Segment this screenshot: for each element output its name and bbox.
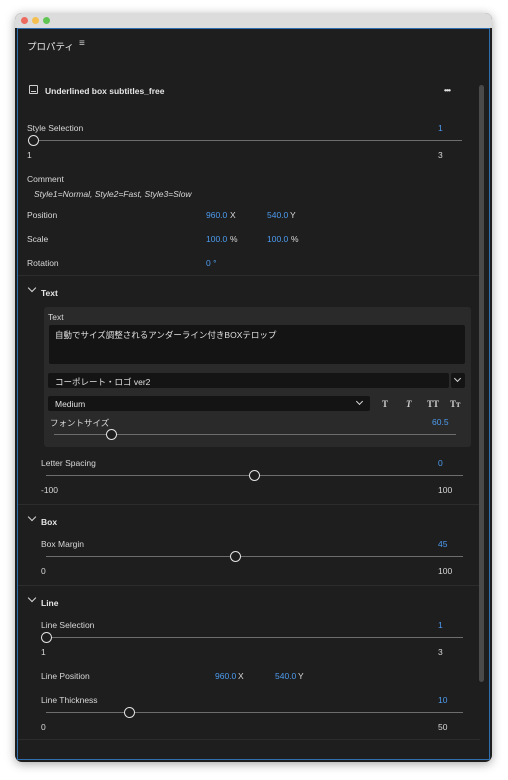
line-thickness-value[interactable]: 10: [438, 695, 447, 705]
box-margin-max: 100: [438, 566, 453, 576]
comment-label: Comment: [27, 174, 64, 184]
style-selection-slider-handle[interactable]: [28, 135, 39, 146]
style-selection-min: 1: [27, 150, 32, 160]
box-margin-min: 0: [41, 566, 46, 576]
font-family-dropdown-toggle[interactable]: [451, 373, 465, 388]
all-caps-button[interactable]: TT: [427, 399, 439, 409]
font-size-value[interactable]: 60.5: [432, 417, 449, 427]
more-options-icon[interactable]: •••: [444, 85, 451, 95]
panel-title: プロパティ: [27, 42, 74, 53]
line-section-title[interactable]: Line: [41, 598, 58, 608]
rotation-value[interactable]: 0 °: [206, 258, 217, 268]
box-margin-label: Box Margin: [41, 539, 84, 549]
divider: [18, 585, 480, 586]
rotation-label: Rotation: [27, 258, 59, 268]
font-family-dropdown[interactable]: コーポレート・ロゴ ver2: [48, 373, 449, 388]
line-selection-track[interactable]: [46, 637, 463, 638]
line-thickness-label: Line Thickness: [41, 695, 98, 705]
text-section-title[interactable]: Text: [41, 288, 58, 298]
style-selection-max: 3: [438, 150, 443, 160]
line-selection-max: 3: [438, 647, 443, 657]
minimize-window-button[interactable]: [32, 17, 39, 24]
line-thickness-max: 50: [438, 722, 448, 732]
font-weight-dropdown[interactable]: Medium: [48, 396, 370, 411]
letter-spacing-label: Letter Spacing: [41, 458, 96, 468]
scale-height-value[interactable]: 100.0: [267, 234, 288, 244]
line-thickness-min: 0: [41, 722, 46, 732]
text-content-field[interactable]: 自動でサイズ調整されるアンダーライン付きBOXテロップ: [49, 325, 465, 364]
divider: [18, 739, 480, 740]
faux-italic-button[interactable]: T: [406, 399, 412, 409]
font-weight-value: Medium: [55, 399, 86, 409]
line-position-y-value[interactable]: 540.0: [275, 671, 296, 681]
clip-title: Underlined box subtitles_free: [45, 86, 165, 96]
box-margin-value[interactable]: 45: [438, 539, 447, 549]
faux-bold-button[interactable]: T: [382, 399, 388, 409]
style-selection-label: Style Selection: [27, 123, 84, 133]
divider: [18, 504, 480, 505]
chevron-down-icon: [453, 374, 462, 383]
box-section-chevron-icon[interactable]: [27, 512, 37, 522]
line-position-y-unit: Y: [298, 671, 304, 681]
letter-spacing-value[interactable]: 0: [438, 458, 443, 468]
line-position-x-value[interactable]: 960.0: [215, 671, 236, 681]
letter-spacing-min: -100: [41, 485, 59, 495]
scale-label: Scale: [27, 234, 49, 244]
box-margin-slider-handle[interactable]: [230, 551, 241, 562]
font-size-slider-handle[interactable]: [106, 429, 117, 440]
text-group-label: Text: [48, 312, 64, 322]
line-selection-label: Line Selection: [41, 620, 95, 630]
position-y-unit: Y: [290, 210, 296, 220]
font-family-value: コーポレート・ロゴ ver2: [55, 377, 151, 387]
line-position-x-unit: X: [238, 671, 244, 681]
text-section-chevron-icon[interactable]: [27, 283, 37, 293]
letter-spacing-slider-handle[interactable]: [249, 470, 260, 481]
scale-width-value[interactable]: 100.0: [206, 234, 227, 244]
scale-height-unit: %: [291, 234, 299, 244]
text-clip-icon: [29, 85, 38, 94]
close-window-button[interactable]: [21, 17, 28, 24]
line-section-chevron-icon[interactable]: [27, 593, 37, 603]
app-window: プロパティ ≡ Underlined box subtitles_free ••…: [15, 13, 492, 762]
line-thickness-slider-handle[interactable]: [124, 707, 135, 718]
position-x-value[interactable]: 960.0: [206, 210, 227, 220]
font-size-label: フォントサイズ: [50, 418, 110, 428]
style-selection-track[interactable]: [32, 140, 462, 141]
chevron-down-icon: [355, 397, 364, 406]
small-caps-button[interactable]: Tт: [450, 399, 460, 409]
panel-menu-icon[interactable]: ≡: [79, 38, 85, 49]
line-selection-min: 1: [41, 647, 46, 657]
position-y-value[interactable]: 540.0: [267, 210, 288, 220]
divider: [18, 275, 480, 276]
panel-scrollbar[interactable]: [479, 85, 484, 682]
line-selection-slider-handle[interactable]: [41, 632, 52, 643]
zoom-window-button[interactable]: [43, 17, 50, 24]
style-selection-value[interactable]: 1: [438, 123, 443, 133]
position-label: Position: [27, 210, 58, 220]
line-selection-value[interactable]: 1: [438, 620, 443, 630]
line-thickness-track[interactable]: [46, 712, 463, 713]
comment-text: Style1=Normal, Style2=Fast, Style3=Slow: [34, 189, 192, 199]
window-titlebar: [15, 13, 492, 28]
scale-width-unit: %: [230, 234, 238, 244]
properties-panel: プロパティ ≡ Underlined box subtitles_free ••…: [17, 28, 490, 760]
letter-spacing-max: 100: [438, 485, 453, 495]
line-position-label: Line Position: [41, 671, 90, 681]
position-x-unit: X: [230, 210, 236, 220]
box-margin-track[interactable]: [46, 556, 463, 557]
box-section-title[interactable]: Box: [41, 517, 57, 527]
